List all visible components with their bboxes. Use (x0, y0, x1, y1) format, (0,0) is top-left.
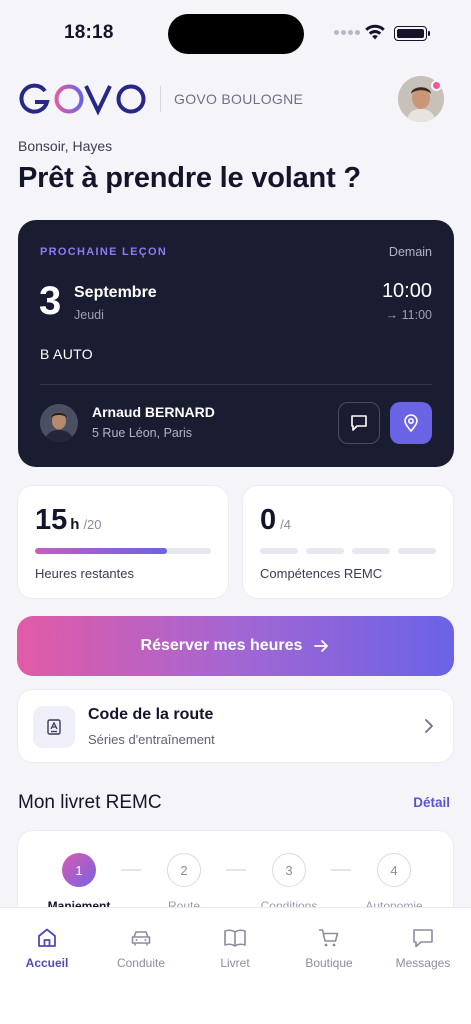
lesson-tag: PROCHAINE LEÇON (40, 246, 168, 258)
step-circle: 1 (62, 853, 96, 887)
location-button[interactable] (390, 402, 432, 444)
skills-label: Compétences REMC (260, 566, 383, 581)
code-de-la-route-card[interactable]: Code de la route Séries d'entraînement (17, 689, 454, 763)
hours-total: /20 (83, 517, 102, 532)
hours-value-line: 15 h/20 (35, 504, 102, 537)
book-icon (224, 929, 246, 947)
step-connector (121, 869, 141, 871)
hours-progress-fill (35, 548, 167, 554)
chat-icon (351, 415, 367, 431)
instructor-name: Arnaud BERNARD (92, 404, 215, 420)
instructor-avatar (40, 404, 78, 442)
lesson-month: Septembre (74, 284, 157, 301)
skills-value: 0 (260, 504, 277, 536)
step-circle: 2 (167, 853, 201, 887)
tab-label: Accueil (25, 956, 69, 970)
lesson-start-time: 10:00 (381, 280, 432, 302)
livret-step-3[interactable]: 3 Conditions (249, 853, 329, 913)
lesson-day-number: 3 (39, 279, 62, 323)
app-screen: 18:18 GOVO BOULOGNE Bonsoir, Hayes Prêt … (0, 0, 471, 1024)
battery-icon (394, 26, 430, 41)
chevron-right-icon (425, 719, 433, 733)
status-bar: 18:18 (0, 0, 471, 60)
tab-messages[interactable]: Messages (376, 924, 470, 970)
lesson-relative-day: Demain (388, 245, 432, 259)
tab-livret[interactable]: Livret (188, 924, 282, 970)
skill-segment (352, 548, 390, 554)
book-hours-button[interactable]: Réserver mes heures (17, 616, 454, 676)
lesson-divider (40, 384, 432, 385)
lesson-category: B AUTO (40, 346, 93, 362)
step-circle: 4 (377, 853, 411, 887)
car-icon (131, 931, 151, 946)
notification-dot (431, 80, 442, 91)
book-icon (47, 719, 61, 735)
hours-value: 15 (35, 504, 68, 536)
map-pin-icon (404, 414, 418, 433)
govo-logo[interactable] (18, 82, 148, 116)
hours-remaining-card[interactable]: 15 h/20 Heures restantes (17, 485, 229, 599)
livret-step-1[interactable]: 1 Maniement (39, 853, 119, 913)
lesson-end-time: → 11:00 (385, 308, 432, 322)
tab-label: Conduite (116, 956, 166, 970)
skill-segment (398, 548, 436, 554)
book-hours-label: Réserver mes heures (140, 637, 303, 654)
signal-icon (334, 30, 360, 35)
skills-total: /4 (280, 517, 291, 532)
status-time: 18:18 (64, 22, 114, 43)
skill-segment (260, 548, 298, 554)
header-divider (160, 86, 161, 112)
chat-icon (413, 929, 433, 948)
message-instructor-button[interactable] (338, 402, 380, 444)
page-headline: Prêt à prendre le volant ? (18, 162, 361, 194)
tab-label: Messages (395, 956, 451, 970)
arrow-right-icon (314, 640, 329, 652)
wifi-icon (365, 24, 385, 40)
step-connector (226, 869, 246, 871)
skill-segment (306, 548, 344, 554)
code-card-title: Code de la route (88, 706, 214, 723)
lesson-weekday: Jeudi (74, 308, 104, 322)
tab-conduite[interactable]: Conduite (94, 924, 188, 970)
next-lesson-card[interactable]: PROCHAINE LEÇON Demain 3 Septembre Jeudi… (18, 220, 454, 467)
tab-label: Boutique (305, 956, 353, 970)
hours-label: Heures restantes (35, 566, 134, 581)
tab-accueil[interactable]: Accueil (0, 924, 94, 970)
code-book-icon-box (33, 706, 75, 748)
tab-label: Livret (220, 956, 250, 970)
home-icon (38, 928, 56, 947)
skills-progress-segments (260, 548, 436, 554)
hours-unit: h (70, 516, 80, 533)
dynamic-island (168, 14, 304, 54)
livret-section-title: Mon livret REMC (18, 792, 162, 813)
tab-boutique[interactable]: Boutique (282, 924, 376, 970)
cart-icon (318, 929, 339, 947)
skills-card[interactable]: 0/4 Compétences REMC (242, 485, 454, 599)
skills-value-line: 0/4 (260, 504, 291, 537)
hours-progress-bar (35, 548, 211, 554)
livret-step-2[interactable]: 2 Route (144, 853, 224, 913)
step-connector (331, 869, 351, 871)
school-name: GOVO BOULOGNE (174, 91, 304, 107)
instructor-address: 5 Rue Léon, Paris (92, 426, 193, 440)
bottom-tab-bar: Accueil Conduite Livret Boutique Message… (0, 907, 471, 1024)
code-card-subtitle: Séries d'entraînement (88, 732, 215, 747)
livret-step-4[interactable]: 4 Autonomie (354, 853, 434, 913)
livret-detail-link[interactable]: Détail (413, 795, 450, 810)
greeting-text: Bonsoir, Hayes (18, 138, 113, 154)
step-circle: 3 (272, 853, 306, 887)
